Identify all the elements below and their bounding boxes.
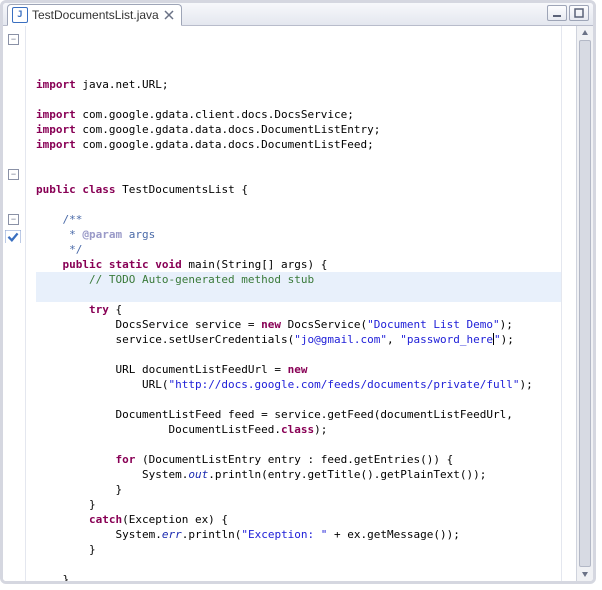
java-file-icon: J [12, 7, 28, 23]
close-tab-icon[interactable] [163, 9, 175, 21]
scroll-up-icon[interactable] [577, 26, 593, 40]
tab-filename: TestDocumentsList.java [32, 8, 159, 22]
fold-toggle-icon[interactable]: − [8, 214, 19, 225]
minimize-button[interactable] [547, 5, 567, 21]
todo-marker-icon[interactable] [5, 230, 21, 243]
window-buttons [547, 5, 589, 21]
editor-tab[interactable]: J TestDocumentsList.java [7, 4, 182, 26]
maximize-button[interactable] [569, 5, 589, 21]
scrollbar-thumb[interactable] [579, 40, 591, 567]
overview-ruler[interactable] [561, 26, 576, 581]
editor-content: − − − import java.net.URL; import com.go… [3, 26, 593, 581]
fold-toggle-icon[interactable]: − [8, 34, 19, 45]
scroll-down-icon[interactable] [577, 567, 593, 581]
code-editor[interactable]: import java.net.URL; import com.google.g… [36, 26, 561, 581]
titlebar: J TestDocumentsList.java [3, 3, 593, 26]
fold-gutter[interactable] [26, 26, 36, 581]
vertical-scrollbar[interactable] [576, 26, 593, 581]
fold-toggle-icon[interactable]: − [8, 169, 19, 180]
editor-window: J TestDocumentsList.java − − − import ja… [0, 0, 596, 584]
marker-gutter[interactable]: − − − [3, 26, 26, 581]
